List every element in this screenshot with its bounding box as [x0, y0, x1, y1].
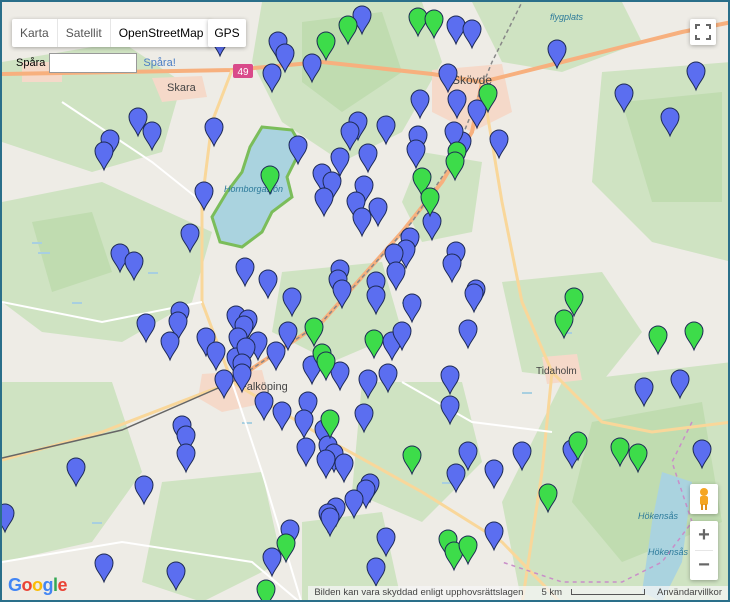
map-view[interactable]: 49 Skara Skövde Hornborgasjön Falköping …: [0, 0, 730, 602]
fullscreen-button[interactable]: [690, 19, 716, 45]
label-skara: Skara: [167, 82, 197, 94]
scale-bar[interactable]: 5 km: [529, 586, 651, 600]
track-label: Spåra: [16, 57, 46, 69]
pegman-icon: [700, 488, 708, 510]
maptype-satellit[interactable]: Satellit: [58, 19, 111, 47]
map-tiles[interactable]: 49 Skara Skövde Hornborgasjön Falköping …: [2, 2, 730, 602]
fullscreen-icon: [695, 24, 711, 40]
google-logo: Google: [8, 575, 68, 595]
label-tidaholm: Tidaholm: [536, 366, 577, 377]
map-type-selector[interactable]: Karta Satellit OpenStreetMap: [12, 19, 212, 47]
zoom-out-button[interactable]: −: [690, 551, 718, 580]
label-hokensas: Hökensås: [638, 511, 679, 521]
label-flygplats: flygplats: [550, 12, 584, 22]
maptype-karta[interactable]: Karta: [12, 19, 58, 47]
svg-text:49: 49: [237, 67, 249, 78]
track-link[interactable]: Spåra!: [143, 57, 175, 69]
gps-button[interactable]: GPS: [208, 19, 246, 47]
zoom-in-button[interactable]: +: [690, 521, 718, 550]
copyright-notice[interactable]: Bilden kan vara skyddad enligt upphovsrä…: [308, 586, 529, 600]
street-view-button[interactable]: [690, 484, 718, 514]
attribution-bar: Bilden kan vara skyddad enligt upphovsrä…: [308, 586, 728, 600]
label-hokensas-2: Hökensås: [648, 547, 689, 557]
maptype-openstreetmap[interactable]: OpenStreetMap: [111, 19, 212, 47]
track-input[interactable]: [49, 53, 138, 73]
track-row: Spåra Spåra!: [16, 52, 176, 74]
road-shield-49: 49: [233, 64, 253, 78]
zoom-control: + −: [690, 521, 718, 580]
terms-link[interactable]: Användarvillkor: [651, 586, 728, 600]
